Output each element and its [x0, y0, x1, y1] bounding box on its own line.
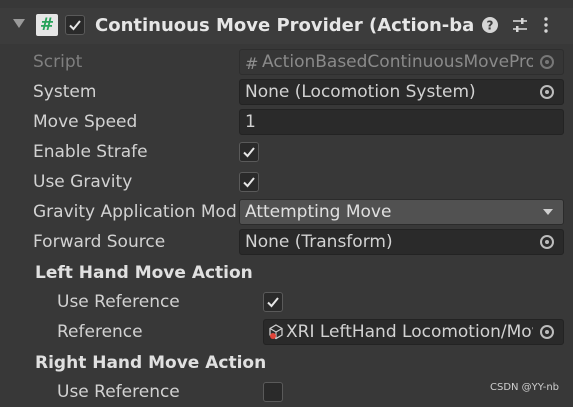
- right-hand-section-header: Right Hand Move Action: [35, 353, 267, 373]
- script-label: Script: [33, 52, 83, 72]
- input-action-icon: [269, 324, 283, 340]
- enable-strafe-checkbox[interactable]: [239, 142, 259, 162]
- left-reference-label: Reference: [57, 322, 143, 342]
- object-picker-icon[interactable]: [540, 235, 554, 249]
- watermark: CSDN @YY-nb: [489, 382, 559, 393]
- svg-text:?: ?: [487, 19, 494, 33]
- move-speed-input[interactable]: 1: [239, 109, 564, 135]
- left-use-reference-checkbox[interactable]: [263, 292, 283, 312]
- gravity-mode-dropdown[interactable]: Attempting Move: [239, 199, 564, 225]
- checkmark-icon: [69, 20, 81, 31]
- component-header: # Continuous Move Provider (Action-based…: [0, 8, 573, 44]
- gravity-mode-value: Attempting Move: [245, 202, 392, 222]
- right-use-reference-label: Use Reference: [57, 382, 180, 402]
- component-title: Continuous Move Provider (Action-based): [95, 15, 473, 36]
- forward-source-value: None (Transform): [245, 232, 393, 252]
- move-speed-value: 1: [245, 112, 256, 132]
- chevron-down-icon: [543, 209, 553, 215]
- system-value: None (Locomotion System): [245, 82, 476, 102]
- left-hand-section-header: Left Hand Move Action: [35, 263, 253, 283]
- move-speed-label: Move Speed: [33, 112, 138, 132]
- system-label: System: [33, 82, 97, 102]
- object-picker-icon[interactable]: [540, 325, 554, 339]
- checkmark-icon: [267, 297, 279, 308]
- csharp-script-icon: #: [36, 14, 58, 36]
- help-icon[interactable]: ?: [481, 16, 499, 34]
- script-field: # ActionBasedContinuousMoveProvider: [239, 49, 564, 75]
- script-value: ActionBasedContinuousMoveProvider: [262, 52, 533, 72]
- checkmark-icon: [243, 177, 255, 188]
- object-picker-icon: [540, 55, 554, 69]
- left-use-reference-label: Use Reference: [57, 292, 180, 312]
- use-gravity-label: Use Gravity: [33, 172, 133, 192]
- csharp-script-icon: #: [245, 54, 259, 73]
- component-enabled-checkbox[interactable]: [65, 15, 85, 35]
- object-picker-icon[interactable]: [540, 85, 554, 99]
- use-gravity-checkbox[interactable]: [239, 172, 259, 192]
- sliders-icon[interactable]: [511, 16, 529, 34]
- enable-strafe-label: Enable Strafe: [33, 142, 148, 162]
- left-reference-field[interactable]: XRI LeftHand Locomotion/Move: [263, 319, 564, 345]
- right-use-reference-checkbox[interactable]: [263, 382, 283, 402]
- kebab-menu-icon[interactable]: [542, 16, 550, 34]
- forward-source-label: Forward Source: [33, 232, 166, 252]
- checkmark-icon: [243, 147, 255, 158]
- triangle-down-icon[interactable]: [13, 19, 25, 28]
- gravity-mode-label: Gravity Application Mode: [33, 202, 237, 222]
- left-reference-value: XRI LeftHand Locomotion/Move: [286, 322, 533, 342]
- system-field[interactable]: None (Locomotion System): [239, 79, 564, 105]
- forward-source-field[interactable]: None (Transform): [239, 229, 564, 255]
